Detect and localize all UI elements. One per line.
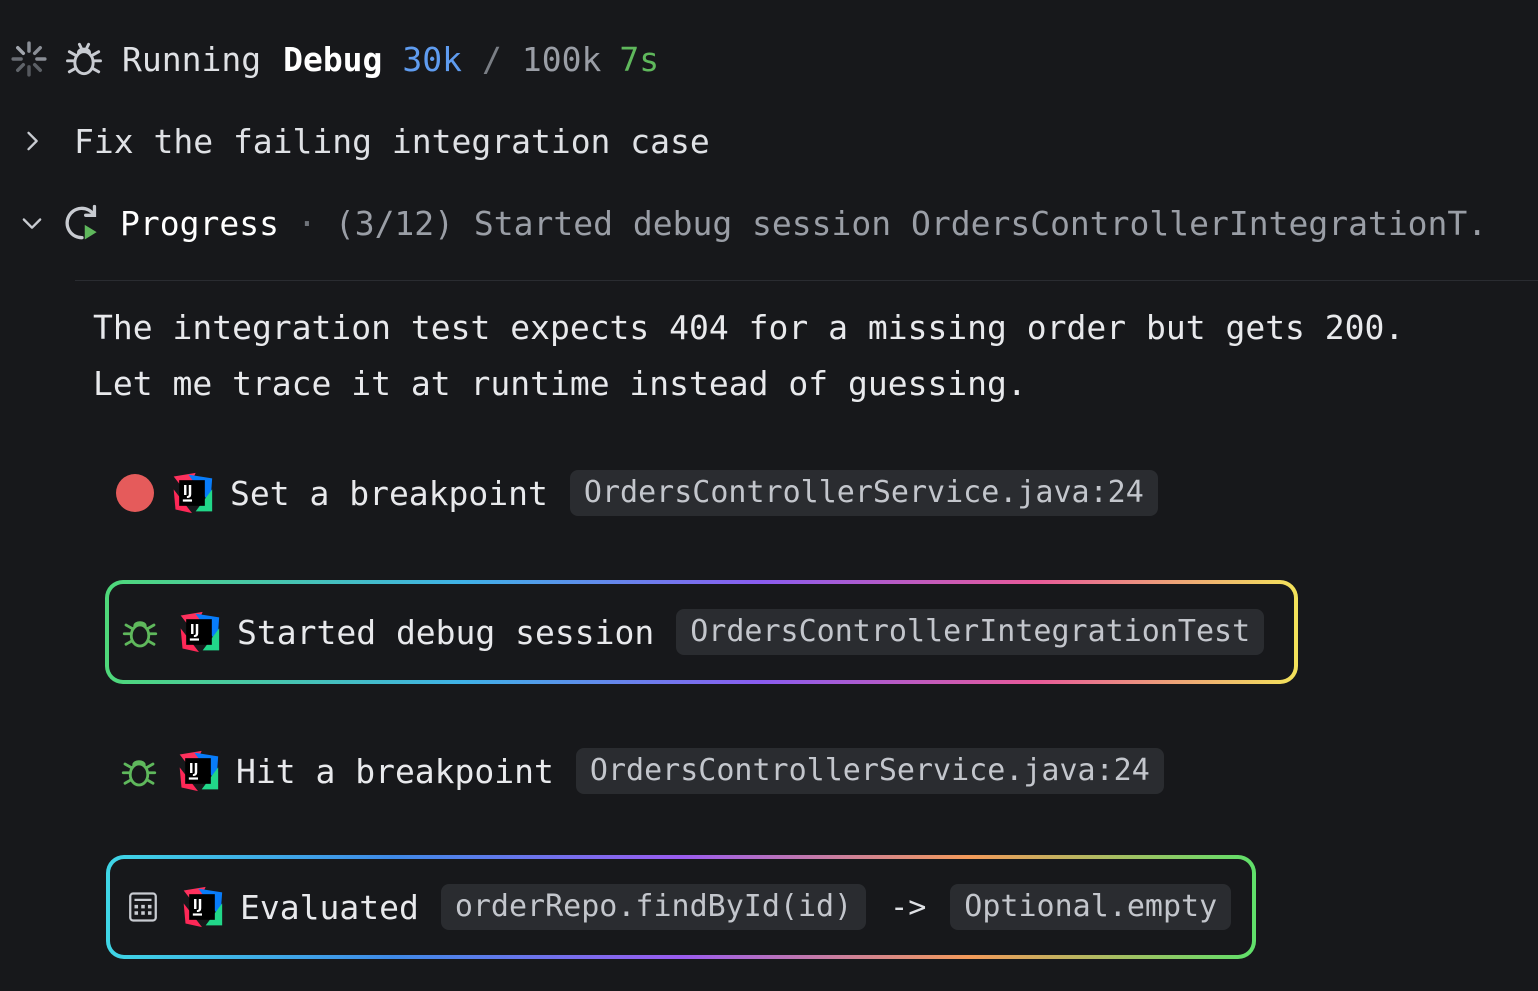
status-text: Running — [122, 39, 262, 79]
intellij-logo-icon: IJ — [173, 472, 213, 514]
progress-dot: · — [296, 203, 317, 243]
progress-label: Progress — [120, 203, 279, 243]
task-title: Fix the failing integration case — [74, 121, 710, 161]
step-label: Set a breakpoint — [230, 473, 548, 513]
step-label: Started debug session — [237, 612, 655, 652]
debug-bug-icon — [66, 42, 102, 76]
svg-text:IJ: IJ — [190, 623, 200, 638]
bug-icon — [122, 621, 158, 648]
svg-text:IJ: IJ — [193, 898, 203, 913]
intellij-logo-icon: IJ — [183, 886, 223, 928]
step-evaluated: IJ Evaluated orderRepo.findById(id) -> O… — [106, 855, 1256, 959]
message-line: The integration test expects 404 for a m… — [93, 308, 1405, 347]
intellij-logo-icon: IJ — [180, 611, 220, 653]
svg-text:IJ: IJ — [189, 762, 199, 777]
intellij-logo-icon: IJ — [179, 750, 219, 792]
expression-chip[interactable]: orderRepo.findById(id) — [440, 884, 867, 930]
tokens-max: 100k — [521, 39, 602, 79]
step-label: Evaluated — [240, 887, 419, 927]
progress-row[interactable]: Progress · (3/12) Started debug session … — [18, 200, 1487, 246]
task-row[interactable]: Fix the failing integration case — [18, 118, 710, 164]
elapsed-time: 7s — [619, 39, 660, 79]
chevron-right-icon[interactable] — [18, 127, 46, 155]
file-chip[interactable]: OrdersControllerService.java:24 — [575, 748, 1164, 794]
mode-label: Debug — [283, 39, 383, 79]
step-started-debug-session: IJ Started debug session OrdersControlle… — [105, 580, 1298, 684]
test-chip[interactable]: OrdersControllerIntegrationTest — [676, 609, 1265, 655]
calculator-icon — [129, 892, 157, 922]
bug-icon — [121, 760, 157, 787]
agent-message: The integration test expects 404 for a m… — [93, 300, 1404, 412]
breakpoint-icon — [116, 474, 154, 512]
progress-detail: (3/12) Started debug session OrdersContr… — [334, 203, 1488, 243]
progress-refresh-icon — [65, 204, 97, 240]
message-line: Let me trace it at runtime instead of gu… — [93, 364, 1027, 403]
step-set-breakpoint: IJ Set a breakpoint OrdersControllerServ… — [116, 468, 1158, 518]
step-label: Hit a breakpoint — [236, 751, 554, 791]
tokens-used: 30k — [402, 39, 463, 79]
tokens-separator: / — [482, 39, 502, 79]
result-chip[interactable]: Optional.empty — [950, 884, 1232, 930]
file-chip[interactable]: OrdersControllerService.java:24 — [569, 470, 1158, 516]
spinner-icon — [11, 41, 47, 77]
result-arrow: -> — [890, 889, 927, 925]
step-hit-breakpoint: IJ Hit a breakpoint OrdersControllerServ… — [118, 746, 1164, 796]
svg-text:IJ: IJ — [183, 484, 193, 499]
divider — [75, 280, 1538, 281]
chevron-down-icon[interactable] — [18, 209, 46, 237]
agent-status-header: Running Debug 30k / 100k 7s — [10, 36, 659, 82]
